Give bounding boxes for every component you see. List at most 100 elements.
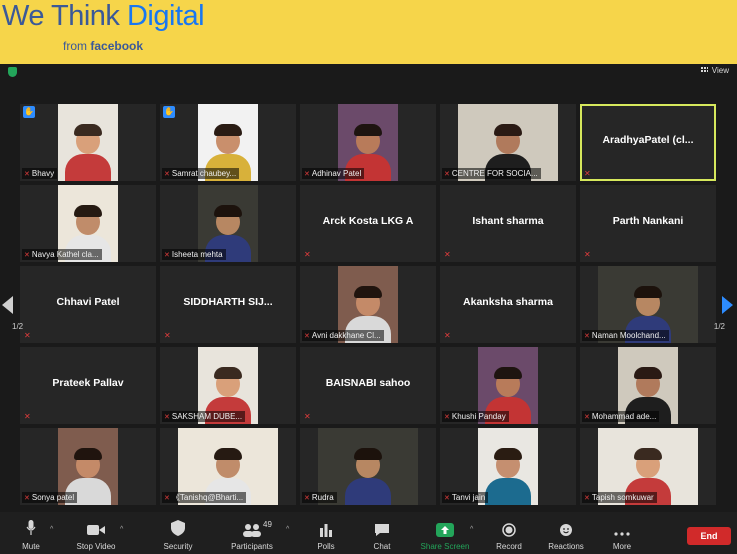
participant-tile[interactable]: AradhyaPatel (cl... ✕ [580, 104, 716, 181]
end-meeting-button[interactable]: End [687, 527, 731, 545]
participant-name: CENTRE FOR SOCIA... [451, 169, 538, 178]
participant-name: SAKSHAM DUBE... [171, 412, 243, 421]
participant-name: Prateek Pallav [52, 377, 124, 389]
participant-name-label: ✕ Rudra [302, 492, 337, 503]
participant-tile[interactable]: ✕ Navya Kathel cla... [20, 185, 156, 262]
muted-mic-icon: ✕ [24, 171, 30, 178]
muted-mic-icon: ✕ [584, 414, 590, 421]
participant-tile[interactable]: ✕ SAKSHAM DUBE... [160, 347, 296, 424]
participant-name: Chhavi Patel [56, 296, 120, 308]
muted-mic-icon: ✕ [584, 250, 591, 259]
muted-mic-icon: ✕ [584, 495, 590, 502]
participants-options-caret[interactable]: ^ [286, 526, 289, 533]
muted-mic-icon: ✕ [444, 171, 450, 178]
participant-tile[interactable]: BAISNABI sahoo ✕ [300, 347, 436, 424]
participant-tile[interactable]: Parth Nankani ✕ [580, 185, 716, 262]
participant-name-label: ✕ Adhinav Patel [302, 168, 365, 179]
reactions-button[interactable]: Reactions [544, 512, 588, 554]
muted-mic-icon: ✕ [584, 333, 590, 340]
gallery-grid: ✕ Bhavy ✋ ✕ Samrat chaubey... ✋ ✕ Adhinav Patel… [0, 80, 737, 512]
participant-tile[interactable]: SIDDHARTH SIJ... ✕ [160, 266, 296, 343]
participant-name-label: ✕ SAKSHAM DUBE... [162, 411, 246, 422]
share-screen-icon [436, 523, 454, 537]
participant-tile[interactable]: Akanksha sharma ✕ [440, 266, 576, 343]
participant-name-label: ✕ CENTRE FOR SOCIA... [442, 168, 541, 179]
participant-name-label: ✕ 《Tanishq@Bharti... [162, 492, 247, 503]
muted-mic-icon: ✕ [164, 171, 170, 178]
participant-name: Rudra [311, 493, 334, 502]
participant-name: Akanksha sharma [463, 296, 553, 308]
participant-tile[interactable]: Chhavi Patel ✕ [20, 266, 156, 343]
record-icon [502, 523, 516, 537]
muted-mic-icon: ✕ [24, 252, 30, 259]
participant-name: Arck Kosta LKG A [322, 215, 414, 227]
previous-page-arrow-icon[interactable] [2, 296, 13, 314]
participants-count: 49 [263, 520, 272, 529]
muted-mic-icon: ✕ [164, 414, 170, 421]
participant-name: 《Tanishq@Bharti... [171, 493, 244, 502]
security-button[interactable]: Security [156, 512, 200, 554]
polls-button[interactable]: Polls [310, 512, 342, 554]
muted-mic-icon: ✕ [164, 495, 170, 502]
muted-mic-icon: ✕ [444, 495, 450, 502]
grid-view-icon [700, 67, 708, 74]
participant-tile[interactable]: ✕ Tapish somkuwar [580, 428, 716, 505]
next-page-arrow-icon[interactable] [722, 296, 733, 314]
participant-tile[interactable]: ✕ CENTRE FOR SOCIA... [440, 104, 576, 181]
record-button[interactable]: Record [492, 512, 526, 554]
participant-tile[interactable]: ✕ Rudra [300, 428, 436, 505]
meeting-topbar [0, 64, 737, 80]
participant-name: Tapish somkuwar [591, 493, 654, 502]
participants-button[interactable]: 49 Participants [226, 512, 278, 554]
participant-tile[interactable]: ✕ 《Tanishq@Bharti... [160, 428, 296, 505]
view-button[interactable]: View [700, 66, 729, 75]
participant-tile[interactable]: ✕ Tanvi jain [440, 428, 576, 505]
participant-name: Parth Nankani [612, 215, 684, 227]
participant-name-label: ✕ Tapish somkuwar [582, 492, 657, 503]
participant-name: Sonya patel [31, 493, 75, 502]
participant-tile[interactable]: ✕ Bhavy ✋ [20, 104, 156, 181]
participant-tile[interactable]: Ishant sharma ✕ [440, 185, 576, 262]
participant-tile[interactable]: ✕ Naman Moolchand... [580, 266, 716, 343]
muted-mic-icon: ✕ [304, 171, 310, 178]
participant-tile[interactable]: ✕ Avni dakkhane Cl... [300, 266, 436, 343]
participant-name-label: ✕ Bhavy [22, 168, 58, 179]
smiley-plus-icon [560, 524, 572, 536]
share-options-caret[interactable]: ^ [470, 526, 473, 533]
participant-video [58, 104, 118, 181]
participant-name: Tanvi jain [451, 493, 486, 502]
participant-tile[interactable]: ✕ Mohammad ade... [580, 347, 716, 424]
mute-button[interactable]: Mute [14, 512, 48, 554]
chat-button[interactable]: Chat [366, 512, 398, 554]
stop-video-button[interactable]: Stop Video [70, 512, 122, 554]
polls-icon [320, 524, 332, 537]
participant-name: Ishant sharma [472, 215, 544, 227]
more-button[interactable]: More [606, 512, 638, 554]
participant-name: Naman Moolchand... [591, 331, 666, 340]
participant-name: SIDDHARTH SIJ... [183, 296, 273, 308]
participant-tile[interactable]: Arck Kosta LKG A ✕ [300, 185, 436, 262]
participant-tile[interactable]: ✕ Khushi Panday [440, 347, 576, 424]
participant-name: Bhavy [31, 169, 55, 178]
participant-tile[interactable]: ✕ Sonya patel [20, 428, 156, 505]
banner-subtitle: from facebook [63, 39, 144, 53]
participant-name-label: ✕ Samrat chaubey... [162, 168, 240, 179]
participant-tile[interactable]: ✕ Isheeta mehta [160, 185, 296, 262]
muted-mic-icon: ✕ [164, 252, 170, 259]
page-indicator-right: 1/2 [713, 322, 725, 331]
security-shield-icon [171, 520, 185, 536]
participant-tile[interactable]: ✕ Adhinav Patel [300, 104, 436, 181]
participant-name-label: ✕ Sonya patel [22, 492, 78, 503]
video-options-caret[interactable]: ^ [120, 526, 123, 533]
encryption-shield-icon[interactable] [8, 67, 17, 77]
event-banner: We Think Digital from facebook [0, 0, 737, 64]
muted-mic-icon: ✕ [24, 331, 31, 340]
muted-mic-icon: ✕ [24, 412, 31, 421]
chat-bubble-icon [375, 524, 389, 536]
muted-mic-icon: ✕ [24, 495, 30, 502]
participant-tile[interactable]: ✕ Samrat chaubey... ✋ [160, 104, 296, 181]
participant-tile[interactable]: Prateek Pallav ✕ [20, 347, 156, 424]
share-screen-button[interactable]: Share Screen [418, 512, 472, 554]
muted-mic-icon: ✕ [164, 331, 171, 340]
mute-options-caret[interactable]: ^ [50, 526, 53, 533]
